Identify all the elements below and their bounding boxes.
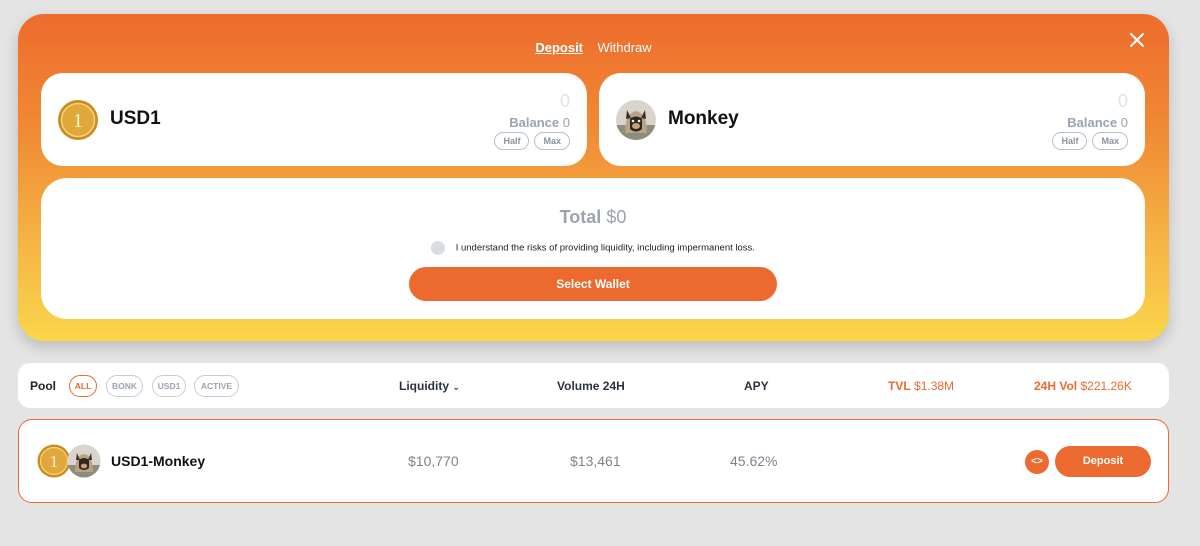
filter-all[interactable]: ALL	[69, 375, 97, 397]
balance-value: 0	[1120, 115, 1128, 130]
deposit-modal: Deposit Withdraw 1 USD1 0 Balance 0 Half…	[18, 14, 1169, 341]
tvl-value: $1.38M	[914, 379, 955, 393]
risk-checkbox[interactable]	[431, 241, 446, 255]
tvl-stat: TVL $1.38M	[888, 379, 954, 393]
monkey-avatar-icon	[616, 100, 656, 140]
total-value: $0	[606, 207, 627, 227]
apy-header: APY	[744, 379, 769, 393]
modal-tabs: Deposit Withdraw	[18, 39, 1169, 57]
max-button[interactable]: Max	[1092, 132, 1128, 150]
filter-bonk[interactable]: BONK	[106, 375, 143, 397]
filter-active[interactable]: ACTIVE	[194, 375, 239, 397]
tab-withdraw[interactable]: Withdraw	[597, 40, 651, 55]
tab-deposit[interactable]: Deposit	[535, 40, 583, 55]
half-button[interactable]: Half	[1052, 132, 1088, 150]
total-panel: Total $0 I understand the risks of provi…	[41, 178, 1145, 319]
volume-header: Volume 24H	[557, 379, 625, 393]
total-label: Total	[559, 207, 602, 227]
usd1-coin-icon: 1	[37, 444, 71, 478]
vol-stat: 24H Vol $221.26K	[1034, 379, 1132, 393]
amount-input[interactable]: 0	[560, 91, 570, 112]
usd1-coin-icon: 1	[58, 100, 98, 140]
svg-text:1: 1	[50, 452, 59, 471]
liquidity-sort-header[interactable]: Liquidity ⌄	[399, 379, 460, 393]
pool-row[interactable]: 1 USD1-Monkey $10,770 $13,461 45.62% <> …	[18, 419, 1169, 503]
chevron-down-icon: ⌄	[452, 382, 460, 392]
pool-label: Pool	[30, 379, 56, 393]
close-icon[interactable]	[1127, 30, 1147, 50]
deposit-button[interactable]: Deposit	[1055, 446, 1151, 477]
tvl-label: TVL	[888, 379, 911, 393]
balance-text: Balance 0	[1067, 115, 1128, 130]
token-name: Monkey	[668, 108, 739, 129]
code-icon[interactable]: <>	[1025, 450, 1049, 474]
balance-text: Balance 0	[509, 115, 570, 130]
token-name: USD1	[110, 108, 161, 129]
total-text: Total $0	[41, 207, 1145, 228]
vol-label: 24H Vol	[1034, 379, 1078, 393]
pool-pair-name: USD1-Monkey	[111, 453, 206, 469]
pool-liquidity: $10,770	[408, 453, 459, 469]
monkey-avatar-icon	[67, 444, 101, 478]
pool-apy: 45.62%	[730, 453, 778, 469]
amount-shortcuts: Half Max	[494, 132, 570, 150]
svg-text:1: 1	[73, 110, 83, 132]
amount-shortcuts: Half Max	[1052, 132, 1128, 150]
risk-agreement-label: I understand the risks of providing liqu…	[455, 242, 755, 254]
amount-input[interactable]: 0	[1118, 91, 1128, 112]
pool-volume: $13,461	[570, 453, 621, 469]
balance-label: Balance	[1067, 115, 1118, 130]
balance-value: 0	[562, 115, 570, 130]
liquidity-label: Liquidity	[399, 379, 449, 393]
token-input-monkey: Monkey 0 Balance 0 Half Max	[599, 73, 1145, 166]
filter-usd1[interactable]: USD1	[152, 375, 186, 397]
select-wallet-button[interactable]: Select Wallet	[409, 267, 777, 301]
balance-label: Balance	[509, 115, 560, 130]
pool-header-bar: Pool ALL BONK USD1 ACTIVE Liquidity ⌄ Vo…	[18, 363, 1169, 408]
token-input-usd1: 1 USD1 0 Balance 0 Half Max	[41, 73, 587, 166]
risk-agreement: I understand the risks of providing liqu…	[41, 241, 1145, 255]
max-button[interactable]: Max	[534, 132, 570, 150]
half-button[interactable]: Half	[494, 132, 530, 150]
vol-value: $221.26K	[1080, 379, 1132, 393]
